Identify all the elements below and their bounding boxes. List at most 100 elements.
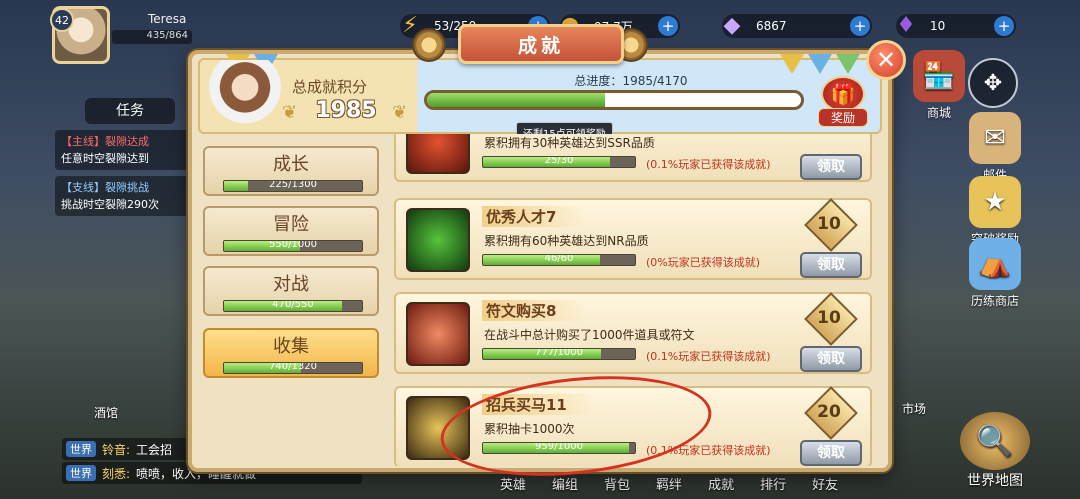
world-map-label: 世界地图 xyxy=(967,473,1023,489)
bottom-nav: 英雄 编组 背包 羁绊 成就 排行 好友 xyxy=(500,474,838,493)
banner-flag xyxy=(780,54,804,74)
breakthrough-reward-button[interactable]: ★ 突破奖励 xyxy=(952,176,1038,247)
category-name: 成长 xyxy=(273,154,309,175)
achievement-progress-bar: 46/60 xyxy=(482,254,636,266)
achievement-desc: 累积拥有30种英雄达到SSR品质 xyxy=(484,136,655,150)
shop-label: 商城 xyxy=(926,106,951,120)
breakthrough-reward-icon: ★ xyxy=(969,176,1021,228)
achievement-title: 符文购买8 xyxy=(482,300,587,321)
achievement-desc: 在战斗中总计购买了1000件道具或符文 xyxy=(484,328,695,342)
banner-flag xyxy=(808,54,832,74)
category-progress-bar: 470/550 xyxy=(223,300,363,312)
nav-achievement[interactable]: 成就 xyxy=(708,474,734,493)
achievement-title: 优秀人才7 xyxy=(482,206,587,227)
achievement-points: 20 xyxy=(817,402,841,422)
reward-label: 奖励 xyxy=(818,108,868,127)
world-map-button[interactable]: 🔍 世界地图 xyxy=(950,412,1040,490)
crystal-add-button[interactable]: + xyxy=(994,16,1014,36)
achievement-item: 符文购买8 在战斗中总计购买了1000件道具或符文 777/1000 (0.1%… xyxy=(394,292,872,374)
achievement-percent: (0%玩家已获得该成就) xyxy=(646,256,761,269)
player-level-badge: 42 xyxy=(50,8,74,32)
achievement-item: 优秀人才7 累积拥有60种英雄达到NR品质 46/60 (0%玩家已获得该成就)… xyxy=(394,198,872,280)
shop-button[interactable]: 🏪 商城 xyxy=(896,50,982,121)
diamond-add-button[interactable]: + xyxy=(850,16,870,36)
achievement-desc: 累积拥有60种英雄达到NR品质 xyxy=(484,234,649,248)
category-collection[interactable]: 收集 740/1320 xyxy=(203,328,379,378)
quest-title: 任务 xyxy=(85,98,175,124)
achievement-progress-value: 46/60 xyxy=(544,254,574,264)
gear-ornament-icon xyxy=(412,28,446,62)
claim-button[interactable]: 领取 xyxy=(800,440,862,466)
score-value: 1985 xyxy=(315,98,377,123)
achievement-points: 10 xyxy=(817,308,841,328)
side-quest-desc: 挑战时空裂隙290次 xyxy=(61,198,159,211)
hooded-hero-icon xyxy=(406,208,470,272)
category-progress-bar: 550/1000 xyxy=(223,240,363,252)
total-progress-fill xyxy=(427,93,606,107)
trial-shop-button[interactable]: ⛺ 历练商店 xyxy=(952,238,1038,309)
category-battle[interactable]: 对战 470/550 xyxy=(203,266,379,316)
achievement-progress-bar: 25/30 xyxy=(482,156,636,168)
claim-button[interactable]: 领取 xyxy=(800,154,862,180)
nav-bond[interactable]: 羁绊 xyxy=(656,474,682,493)
category-growth[interactable]: 成长 225/1300 xyxy=(203,146,379,196)
laurel-right-icon: ❦ xyxy=(392,102,408,123)
tavern-label[interactable]: 酒馆 xyxy=(94,404,118,421)
category-name: 冒险 xyxy=(273,214,309,235)
category-progress-value: 550/1000 xyxy=(269,240,317,250)
nav-friends[interactable]: 好友 xyxy=(812,474,838,493)
reward-button[interactable]: 🎁 奖励 xyxy=(818,76,868,130)
crystal-counter: ♦ 10 + xyxy=(896,13,1016,38)
total-progress-bar xyxy=(424,90,804,110)
chat-sender: 刻悉: xyxy=(102,466,131,481)
laurel-left-icon: ❦ xyxy=(282,102,298,123)
player-name: Teresa xyxy=(148,12,187,26)
category-progress-bar: 740/1320 xyxy=(223,362,363,374)
close-button[interactable]: ✕ xyxy=(866,40,906,80)
crystal-value: 10 xyxy=(930,19,946,33)
panel-title: 成就 xyxy=(458,24,624,64)
nav-formation[interactable]: 编组 xyxy=(552,474,578,493)
category-progress-value: 470/550 xyxy=(272,300,314,310)
diamond-value: 6867 xyxy=(756,19,787,33)
achievement-item: 累积拥有30种英雄达到SSR品质 25/30 (0.1%玩家已获得该成就) 领取 xyxy=(394,134,872,182)
claim-button[interactable]: 领取 xyxy=(800,252,862,278)
crystal-icon: ♦ xyxy=(896,12,916,38)
nav-heroes[interactable]: 英雄 xyxy=(500,474,526,493)
claim-button[interactable]: 领取 xyxy=(800,346,862,372)
achievement-progress-bar: 777/1000 xyxy=(482,348,636,360)
chat-channel: 世界 xyxy=(66,441,96,457)
main-quest-name: 裂隙达成 xyxy=(105,135,149,148)
category-name: 收集 xyxy=(273,336,309,357)
category-progress-value: 740/1320 xyxy=(269,362,317,372)
chat-sender: 铃音: xyxy=(102,442,131,457)
total-progress-value: 1985/4170 xyxy=(622,74,688,88)
achievement-points: 10 xyxy=(817,214,841,234)
chat-text: 工会招 xyxy=(136,442,173,457)
category-progress-bar: 225/1300 xyxy=(223,180,363,192)
category-progress-value: 225/1300 xyxy=(269,180,317,190)
diamond-counter: ◆ 6867 + xyxy=(722,13,872,38)
side-quest-name: 裂隙挑战 xyxy=(105,181,149,194)
category-adventure[interactable]: 冒险 550/1000 xyxy=(203,206,379,256)
achievement-percent: (0.1%玩家已获得该成就) xyxy=(646,158,771,171)
main-quest-tag: 【主线】 xyxy=(61,135,105,148)
score-label: 总成就积分 xyxy=(292,78,368,96)
total-progress-label: 总进度：1985/4170 xyxy=(526,72,736,89)
total-progress-caption: 总进度： xyxy=(574,74,623,88)
shop-icon: 🏪 xyxy=(913,50,965,102)
achievement-percent: (0.1%玩家已获得该成就) xyxy=(646,350,771,363)
mail-icon: ✉ xyxy=(969,112,1021,164)
main-quest-desc: 任意时空裂隙达到 xyxy=(61,152,149,165)
diamond-icon: ◆ xyxy=(723,12,741,38)
achievement-progress-value: 777/1000 xyxy=(535,348,583,358)
market-label[interactable]: 市场 xyxy=(902,400,926,417)
nav-ranking[interactable]: 排行 xyxy=(760,474,786,493)
nav-bag[interactable]: 背包 xyxy=(604,474,630,493)
gold-add-button[interactable]: + xyxy=(658,16,678,36)
category-name: 对战 xyxy=(273,274,309,295)
banner-flag xyxy=(836,54,860,74)
mail-button[interactable]: ✉ 邮件 xyxy=(952,112,1038,183)
hero-ssr-icon xyxy=(406,134,470,174)
trial-shop-label: 历练商店 xyxy=(970,294,1019,308)
